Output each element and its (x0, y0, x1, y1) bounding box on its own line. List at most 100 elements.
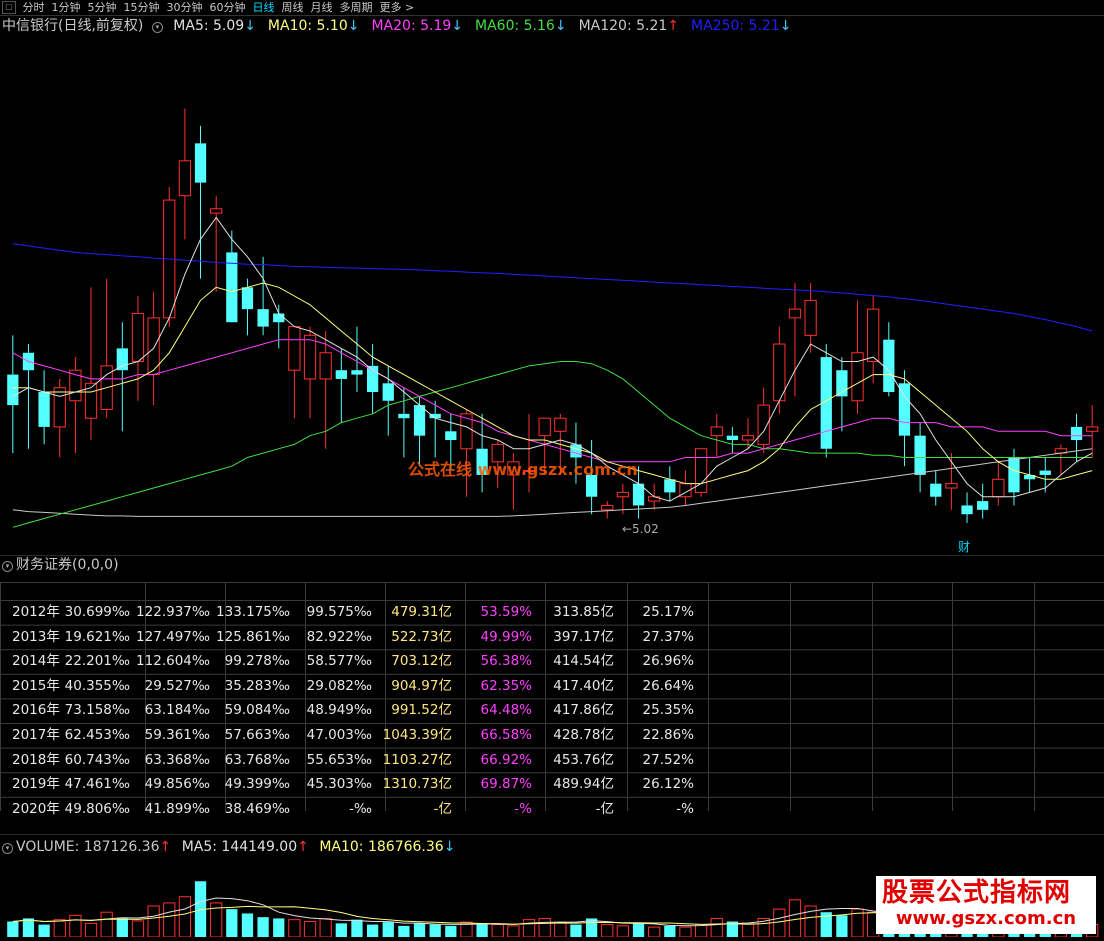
table-cell: 99.278‰ (224, 653, 290, 670)
tab-5[interactable]: 60分钟 (210, 0, 246, 15)
tab-9[interactable]: 多周期 (340, 0, 373, 15)
finance-badge[interactable]: 财 (958, 538, 970, 555)
table-cell: 27.52% (642, 751, 694, 768)
finance-title-text: 财务证券(0,0,0) (16, 557, 119, 573)
table-cell: 41.899‰ (144, 800, 210, 817)
volume-bar (741, 922, 755, 938)
tab-7[interactable]: 周线 (282, 0, 304, 15)
table-cell: 22.86% (642, 727, 694, 743)
candle (131, 296, 145, 401)
volume-bar (351, 919, 363, 937)
table-cell: 133.175‰ (216, 604, 290, 620)
tab-4[interactable]: 30分钟 (167, 0, 203, 15)
table-cell: 27.37% (642, 628, 694, 645)
volume-bar (398, 925, 410, 937)
ma-legend-item: MA250: 5.21↓ (691, 18, 797, 34)
candle (460, 409, 473, 497)
table-cell: 63.768‰ (224, 751, 290, 768)
volume-ma5-label: MA5: 144149.00 (181, 839, 298, 855)
volume-bar (335, 923, 347, 937)
candle (398, 387, 410, 458)
table-cell: 25.35% (642, 702, 694, 719)
ma-legend-label: MA60: 5.16 (475, 18, 555, 34)
candle (210, 195, 223, 292)
volume-bar (163, 902, 176, 938)
arrow-down-icon: ↓ (347, 18, 360, 34)
candle (679, 470, 692, 506)
arrow-up-icon: ↑ (297, 839, 309, 855)
volume-bar (257, 917, 269, 937)
candle (522, 413, 536, 493)
tab-2[interactable]: 5分钟 (88, 0, 117, 15)
settings-circle-icon[interactable]: ▾ (2, 561, 13, 572)
volume-bar (226, 909, 238, 937)
candle (53, 378, 66, 458)
volume-bar (679, 926, 692, 938)
table-cell: 40.355‰ (64, 677, 130, 694)
settings-circle-icon[interactable]: ▾ (151, 22, 163, 33)
table-cell: -‰ (349, 800, 372, 817)
table-cell: 417.40亿 (553, 677, 614, 694)
brand-url: www.gszx.com.cn (895, 908, 1077, 929)
table-cell: 479.31亿 (391, 604, 452, 620)
candle (726, 426, 739, 454)
panel-separator (0, 834, 1104, 835)
volume-bar (648, 926, 661, 938)
candle (710, 413, 723, 458)
ma-legend-item: MA10: 5.10↓ (268, 18, 366, 34)
table-cell: 45.303‰ (306, 776, 372, 793)
finance-title: ▾ 财务证券(0,0,0) (2, 556, 119, 574)
arrow-up-icon: ↑ (667, 18, 680, 34)
table-cell: 127.497‰ (136, 628, 210, 645)
tab-0[interactable]: 分时 (23, 0, 45, 15)
volume-bar (491, 924, 504, 938)
low-price-label: ←5.02 (622, 522, 659, 536)
candle (930, 470, 942, 506)
table-cell: 49.399‰ (224, 776, 290, 793)
table-cell: 66.58% (480, 727, 532, 743)
table-cell: -亿 (595, 800, 614, 817)
candle (1039, 457, 1051, 493)
volume-bar (303, 921, 317, 938)
table-cell: 125.861‰ (216, 628, 290, 645)
candle (273, 304, 285, 349)
table-cell: 29.082‰ (306, 677, 372, 694)
arrow-down-icon: ↓ (244, 18, 256, 34)
table-cell: 25.17% (642, 604, 694, 620)
ma-legend-item: MA5: 5.09↓ (173, 18, 262, 34)
tab-3[interactable]: 15分钟 (124, 0, 160, 15)
tab-8[interactable]: 月线 (311, 0, 333, 15)
ma60-line (12, 361, 1093, 528)
arrow-down-icon: ↓ (451, 18, 464, 34)
candle (977, 483, 989, 519)
stock-title: 中信银行(日线,前复权) (2, 18, 144, 34)
menu-toggle-icon[interactable]: ▢ (2, 1, 16, 14)
table-cell: 59.084‰ (224, 702, 290, 719)
candle (194, 125, 207, 279)
candle (1070, 413, 1083, 462)
tab-1[interactable]: 1分钟 (52, 0, 81, 15)
table-cell: 59.361‰ (144, 727, 210, 743)
table-cell: 26.12% (642, 776, 694, 793)
volume-bar (178, 896, 192, 938)
volume-bar (288, 919, 301, 938)
candle (38, 370, 50, 445)
candle (257, 256, 269, 336)
table-cell: 47.461‰ (64, 776, 130, 793)
volume-label: VOLUME: 187126.36 (16, 839, 160, 855)
table-cell: 26.64% (642, 677, 694, 694)
ma-legend-item: MA60: 5.16↓ (475, 18, 573, 34)
volume-bar (319, 917, 332, 938)
volume-bar (601, 924, 614, 938)
volume-bar (7, 921, 19, 937)
volume-bar (273, 918, 285, 937)
table-cell: 69.87% (480, 776, 532, 793)
volume-bar (116, 918, 128, 937)
settings-circle-icon[interactable]: ▾ (2, 843, 13, 854)
kline-panel[interactable]: 中信银行(日线,前复权) ▾ MA5: 5.09↓ MA10: 5.10↓ MA20… (0, 16, 1104, 554)
tab-10[interactable]: 更多 > (380, 0, 415, 15)
candle (694, 448, 708, 497)
tab-6[interactable]: 日线 (253, 0, 275, 15)
table-cell: 99.575‰ (306, 604, 372, 620)
candle (804, 282, 817, 353)
